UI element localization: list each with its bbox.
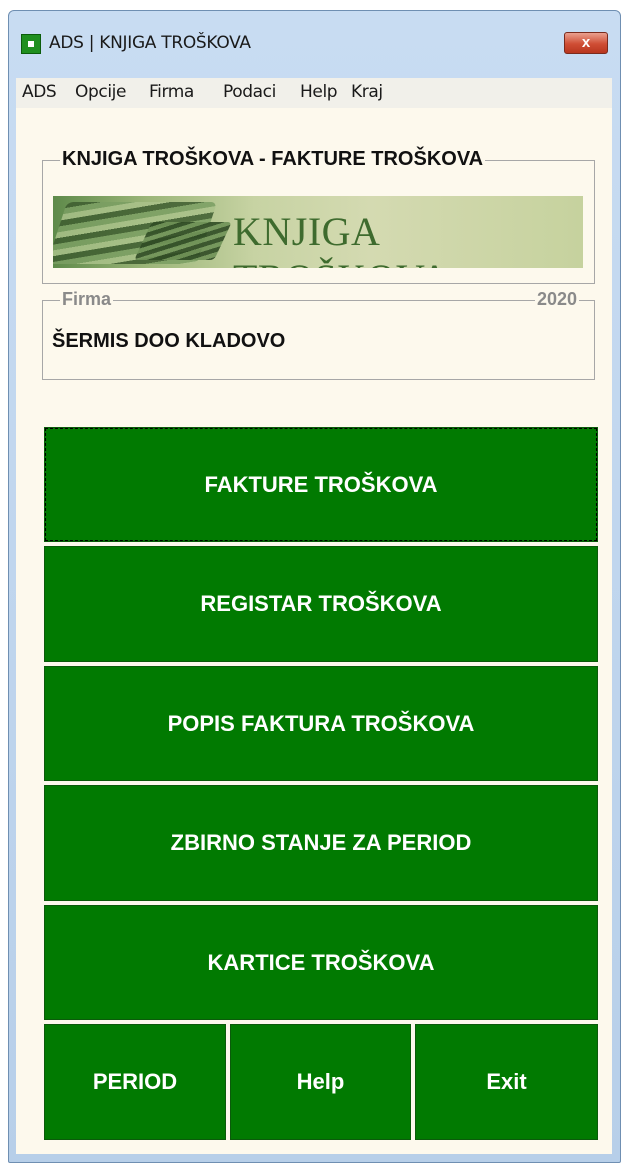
firma-label: Firma: [60, 289, 114, 310]
year-label: 2020: [535, 289, 580, 310]
company-name: ŠERMIS DOO KLADOVO: [52, 330, 286, 352]
menu-firma[interactable]: Firma: [149, 82, 194, 102]
zbirno-stanje-button[interactable]: ZBIRNO STANJE ZA PERIOD: [44, 785, 598, 901]
menu-help[interactable]: Help: [300, 82, 338, 102]
help-button[interactable]: Help: [230, 1024, 411, 1140]
exit-button[interactable]: Exit: [415, 1024, 598, 1140]
menu-opcije[interactable]: Opcije: [75, 82, 126, 102]
menu-kraj[interactable]: Kraj: [351, 82, 383, 102]
app-icon: [21, 34, 41, 54]
window-title: ADS | KNJIGA TROŠKOVA: [49, 33, 251, 53]
banner-title: KNJIGA TROŠKOVA: [233, 209, 449, 268]
title-bar[interactable]: ADS | KNJIGA TROŠKOVA x: [9, 11, 620, 75]
registar-troskova-button[interactable]: REGISTAR TROŠKOVA: [44, 546, 598, 662]
popis-faktura-troskova-button[interactable]: POPIS FAKTURA TROŠKOVA: [44, 666, 598, 781]
kartice-troskova-button[interactable]: KARTICE TROŠKOVA: [44, 905, 598, 1020]
banner-image: KNJIGA TROŠKOVA: [53, 196, 583, 268]
close-button[interactable]: x: [564, 32, 608, 54]
header-group-title: KNJIGA TROŠKOVA - FAKTURE TROŠKOVA: [60, 148, 486, 171]
fakture-troskova-button[interactable]: FAKTURE TROŠKOVA: [44, 427, 598, 542]
money-stack-icon: [134, 222, 232, 260]
menu-podaci[interactable]: Podaci: [223, 82, 276, 102]
menu-bar: ADS Opcije Firma Podaci Help Kraj: [16, 78, 612, 108]
menu-ads[interactable]: ADS: [22, 82, 57, 102]
period-button[interactable]: PERIOD: [44, 1024, 226, 1140]
